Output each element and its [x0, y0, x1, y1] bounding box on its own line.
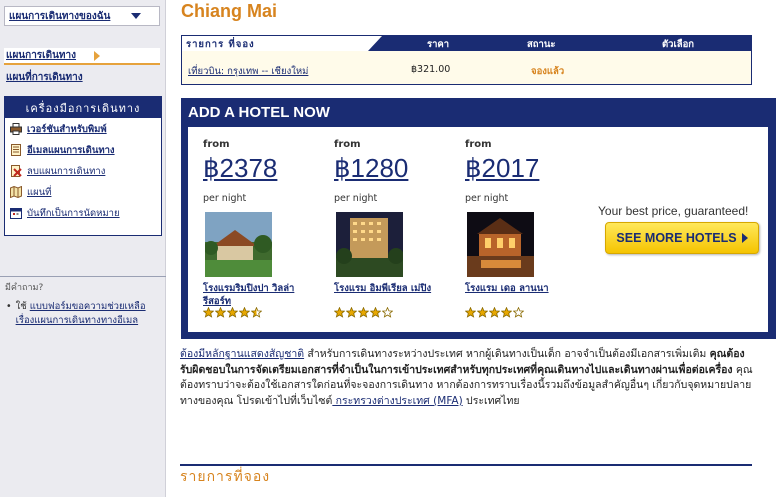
nav-itinerary-label: แผนการเดินทาง [6, 50, 77, 61]
star-icon [382, 307, 393, 318]
add-hotel-panel: ADD A HOTEL NOW from ฿2378 per night โรง… [181, 98, 776, 339]
tool-delete-itinerary[interactable]: ลบแผนการเดินทาง [5, 161, 161, 181]
col-price: ราคา [427, 39, 450, 50]
add-hotel-title: ADD A HOTEL NOW [188, 104, 330, 121]
mfa-link[interactable]: กระทรวงต่างประเทศ (MFA) [332, 395, 463, 407]
nav-trip-map[interactable]: แผนที่การเดินทาง [6, 70, 83, 85]
hotel-name-link[interactable]: โรงแรม อิมพีเรียล เม่ปิง [334, 282, 434, 295]
best-price-guarantee: Your best price, guaranteed! [598, 204, 749, 218]
reservations-section-heading: รายการที่จอง [180, 469, 271, 485]
faq-title: มีคำถาม? [5, 283, 44, 293]
tool-print-version[interactable]: เวอร์ชันสำหรับพิมพ์ [5, 119, 161, 139]
star-icon [239, 307, 250, 318]
my-trips-label: แผนการเดินทางของฉัน [9, 10, 111, 22]
star-rating [334, 307, 394, 318]
hotel-offers: from ฿2378 per night โรงแรมริมปิงปา วิลล… [188, 127, 768, 332]
per-night-label: per night [203, 193, 247, 204]
per-night-label: per night [465, 193, 509, 204]
chevron-right-icon [94, 50, 100, 61]
tool-delete-label: ลบแผนการเดินทาง [27, 165, 106, 177]
tool-print-label: เวอร์ชันสำหรับพิมพ์ [27, 123, 107, 135]
hotel-price-link[interactable]: ฿2017 [465, 153, 539, 184]
notice-text: สำหรับการเดินทางระหว่างประเทศ หากผู้เดิน… [304, 348, 710, 360]
hotel-name-link[interactable]: โรงแรมริมปิงปา วิลล่า รีสอร์ท [203, 282, 303, 308]
col-status: สถานะ [527, 39, 556, 50]
from-label: from [334, 139, 361, 150]
hotel-photo[interactable] [467, 212, 534, 277]
star-icon [203, 307, 214, 318]
travel-document-notice: ต้องมีหลักฐานแสดงสัญชาติ สำหรับการเดินทา… [180, 347, 755, 409]
chevron-down-icon [131, 13, 141, 19]
hotel-photo[interactable] [205, 212, 272, 277]
star-rating [465, 307, 525, 318]
tool-map-label: แผนที่ [27, 186, 52, 198]
col-item: รายการ ที่จอง [186, 39, 255, 50]
hotel-price-link[interactable]: ฿1280 [334, 153, 408, 184]
notice-text: ประเทศไทย [462, 394, 520, 407]
sidebar-divider [0, 276, 166, 277]
tool-save-appointment[interactable]: บันทึกเป็นการนัดหมาย [5, 203, 161, 223]
reservations-table: รายการ ที่จอง ราคา สถานะ ตัวเลือก เที่ยว… [181, 35, 752, 85]
faq-bullet: • [6, 301, 12, 312]
map-icon [10, 185, 22, 199]
star-icon [513, 307, 524, 318]
star-icon [346, 307, 357, 318]
left-sidebar: แผนการเดินทางของฉัน แผนการเดินทาง แผนที่… [0, 0, 166, 497]
from-label: from [465, 139, 492, 150]
star-icon [215, 307, 226, 318]
star-icon [501, 307, 512, 318]
tool-email-label: อีเมลแผนการเดินทาง [27, 144, 115, 156]
tool-email-itinerary[interactable]: อีเมลแผนการเดินทาง [5, 140, 161, 160]
star-icon [465, 307, 476, 318]
col-options: ตัวเลือก [662, 39, 695, 50]
hotel-name-link[interactable]: โรงแรม เดอ ลานนา [465, 282, 565, 295]
see-more-hotels-label: SEE MORE HOTELS [616, 231, 737, 245]
my-trips-dropdown[interactable]: แผนการเดินทางของฉัน [4, 6, 160, 26]
star-icon [227, 307, 238, 318]
faq-item: • ใช้ แบบฟอร์มขอความช่วยเหลือเรื่องแผนกา… [6, 300, 160, 328]
flight-item-link[interactable]: เที่ยวบิน: กรุงเทพ -- เชียงใหม่ [188, 64, 308, 79]
document-icon [10, 144, 22, 156]
star-icon [251, 307, 262, 318]
hotel-photo[interactable] [336, 212, 403, 277]
tool-map[interactable]: แผนที่ [5, 182, 161, 202]
star-icon [477, 307, 488, 318]
chevron-right-icon [741, 233, 748, 243]
travel-tools-title: เครื่องมือการเดินทาง [5, 97, 161, 118]
nav-itinerary[interactable]: แผนการเดินทาง [4, 48, 160, 65]
per-night-label: per night [334, 193, 378, 204]
star-icon [370, 307, 381, 318]
star-rating [203, 307, 263, 318]
star-icon [334, 307, 345, 318]
tool-save-appointment-label: บันทึกเป็นการนัดหมาย [27, 207, 120, 219]
proof-of-citizenship-link[interactable]: ต้องมีหลักฐานแสดงสัญชาติ [180, 348, 304, 360]
reservations-header: รายการ ที่จอง ราคา สถานะ ตัวเลือก [182, 36, 751, 51]
travel-tools-box: เครื่องมือการเดินทาง เวอร์ชันสำหรับพิมพ์… [4, 96, 162, 236]
printer-icon [10, 123, 22, 135]
flight-price: ฿321.00 [411, 64, 451, 75]
star-icon [489, 307, 500, 318]
from-label: from [203, 139, 230, 150]
faq-help-form-link[interactable]: แบบฟอร์มขอความช่วยเหลือเรื่องแผนการเดินท… [16, 301, 146, 326]
status-badge: จองแล้ว [531, 66, 565, 77]
delete-icon [10, 165, 22, 177]
calendar-icon [10, 207, 22, 219]
see-more-hotels-button[interactable]: SEE MORE HOTELS [605, 222, 759, 254]
faq-prefix: ใช้ [15, 301, 27, 312]
hotel-price-link[interactable]: ฿2378 [203, 153, 277, 184]
star-icon [358, 307, 369, 318]
page-title: Chiang Mai [181, 1, 278, 21]
table-row: เที่ยวบิน: กรุงเทพ -- เชียงใหม่ ฿321.00 … [182, 64, 751, 78]
